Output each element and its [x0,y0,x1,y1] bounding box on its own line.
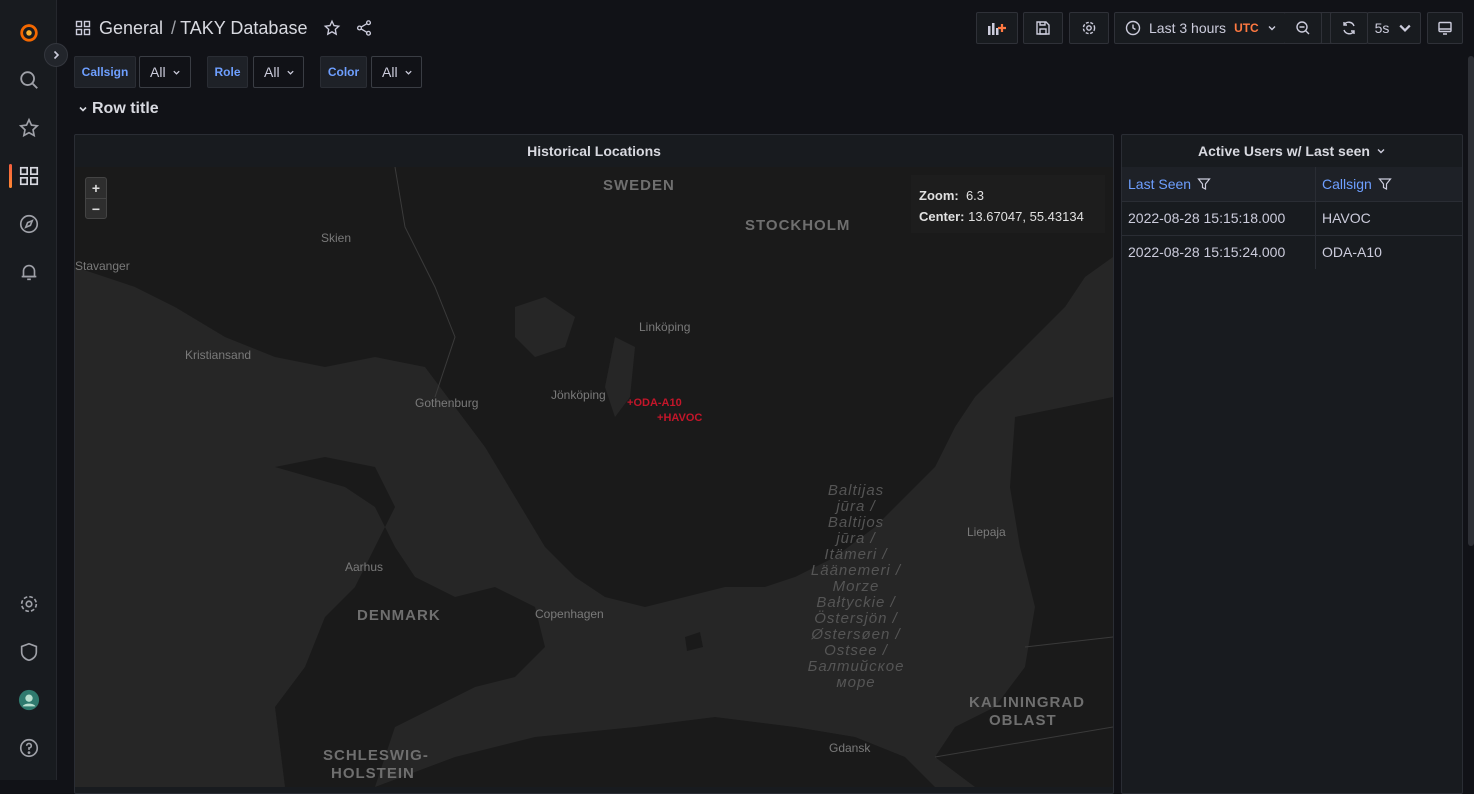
refresh-button[interactable] [1330,12,1368,44]
column-header-callsign[interactable]: Callsign [1316,167,1462,201]
variable-select-color[interactable]: All [371,56,422,88]
zoom-out-icon [1295,21,1309,35]
map-label: DENMARK [357,607,441,624]
map-label: Aarhus [345,560,384,574]
add-panel-icon [988,23,1006,35]
sea-label: Baltijas jūra / Baltijos jūra / Itämeri … [807,482,905,691]
sidebar [0,0,57,780]
page-scrollbar[interactable] [1468,56,1474,546]
table-cell: HAVOC [1322,210,1371,226]
dashboard-title[interactable]: TAKY Database [180,18,307,39]
explore-icon[interactable] [0,204,57,244]
monitor-icon [1438,21,1452,35]
map-zoom-in-button[interactable]: + [86,178,106,198]
chevron-down-icon [1268,26,1276,31]
time-range-label: Last 3 hours [1149,20,1227,36]
map-label: KALININGRAD [969,694,1085,711]
map-label: SCHLESWIG- [323,747,429,764]
variable-label-callsign: Callsign [74,56,136,88]
expand-sidebar-button[interactable] [44,43,68,67]
map-marker-havoc[interactable]: +HAVOC [657,412,702,424]
map-marker-oda-a10[interactable]: +ODA-A10 [627,397,682,409]
variable-value: All [264,64,280,80]
map-label: Liepaja [967,525,1006,539]
basemap-land [75,167,1113,787]
refresh-interval-picker[interactable]: 5s [1367,12,1421,44]
historical-locations-panel: Historical Locations SWEDEN STOCKHOLM Sk… [74,134,1114,794]
dashboard-settings-button[interactable] [1069,12,1109,44]
table-cell: ODA-A10 [1322,244,1382,260]
chevron-down-icon [1399,24,1411,32]
geomap[interactable]: SWEDEN STOCKHOLM Skien Stavanger Kristia… [75,167,1113,787]
variable-label-color: Color [320,56,367,88]
variable-label-role: Role [207,56,248,88]
variable-select-callsign[interactable]: All [139,56,191,88]
row-title: Row title [92,100,159,117]
variable-value: All [150,64,166,80]
star-icon[interactable] [323,19,341,37]
map-label: Gdansk [829,741,871,755]
breadcrumb-folder[interactable]: General [99,18,163,39]
breadcrumb-separator: / [171,17,177,38]
chevron-down-icon [1377,149,1385,154]
share-icon[interactable] [355,19,373,37]
center-value: 13.67047, 55.43134 [968,209,1084,224]
help-icon[interactable] [0,728,57,768]
refresh-icon [1343,21,1355,35]
filter-icon[interactable] [1197,177,1211,191]
map-label: Skien [321,231,352,245]
map-label: Linköping [639,320,691,334]
filter-icon[interactable] [1378,177,1392,191]
row-header[interactable]: Row title [78,100,159,118]
add-panel-button[interactable] [976,12,1018,44]
dashboards-grid-icon [75,20,91,36]
refresh-interval-value: 5s [1374,20,1390,36]
search-icon[interactable] [0,60,57,100]
center-label: Center: [919,209,965,224]
panel-title[interactable]: Historical Locations [75,135,1113,167]
chevron-down-icon [404,70,412,75]
zoom-out-time-button[interactable] [1284,12,1322,44]
breadcrumb: General / TAKY Database [75,16,373,40]
server-admin-shield-icon[interactable] [0,632,57,672]
zoom-value: 6.3 [965,188,985,203]
table-cell: 2022-08-28 15:15:18.000 [1128,210,1286,226]
alerting-bell-icon[interactable] [0,252,57,292]
active-users-panel: Active Users w/ Last seen Last Seen Call… [1121,134,1463,794]
dashboards-icon[interactable] [0,156,57,196]
starred-icon[interactable] [0,108,57,148]
zoom-label: Zoom: [919,188,959,203]
map-view-info: Zoom: 6.3 Center: 13.67047, 55.43134 [911,175,1105,233]
panel-header[interactable]: Active Users w/ Last seen [1122,135,1462,167]
chevron-down-icon [172,70,180,75]
chevron-right-icon [53,50,60,60]
map-zoom-control: + − [85,177,107,219]
variable-value: All [382,64,398,80]
map-label: SWEDEN [603,177,675,194]
map-label: Kristiansand [185,348,252,362]
map-label: STOCKHOLM [745,217,851,234]
table-cell: 2022-08-28 15:15:24.000 [1128,244,1286,260]
map-label: Stavanger [75,259,130,273]
timezone-label: UTC [1234,21,1259,35]
clock-icon [1125,20,1141,36]
map-zoom-out-button[interactable]: − [86,198,106,218]
save-dashboard-button[interactable] [1023,12,1063,44]
panel-title: Active Users w/ Last seen [1198,143,1370,159]
tv-mode-button[interactable] [1427,12,1463,44]
map-label: Gothenburg [415,396,479,410]
chevron-down-icon [286,70,294,75]
configuration-gear-icon[interactable] [0,584,57,624]
map-label: HOLSTEIN [331,765,415,782]
save-icon [1036,21,1050,35]
map-label: OBLAST [989,712,1057,729]
chevron-down-icon [79,106,87,112]
map-label: Jönköping [551,388,606,402]
gear-icon [1082,21,1096,35]
user-avatar[interactable] [0,680,57,720]
top-navbar: General / TAKY Database Last 3 hours UTC… [57,0,1474,56]
variable-select-role[interactable]: All [253,56,304,88]
column-header-last-seen[interactable]: Last Seen [1122,167,1315,201]
map-label: Copenhagen [535,607,604,621]
